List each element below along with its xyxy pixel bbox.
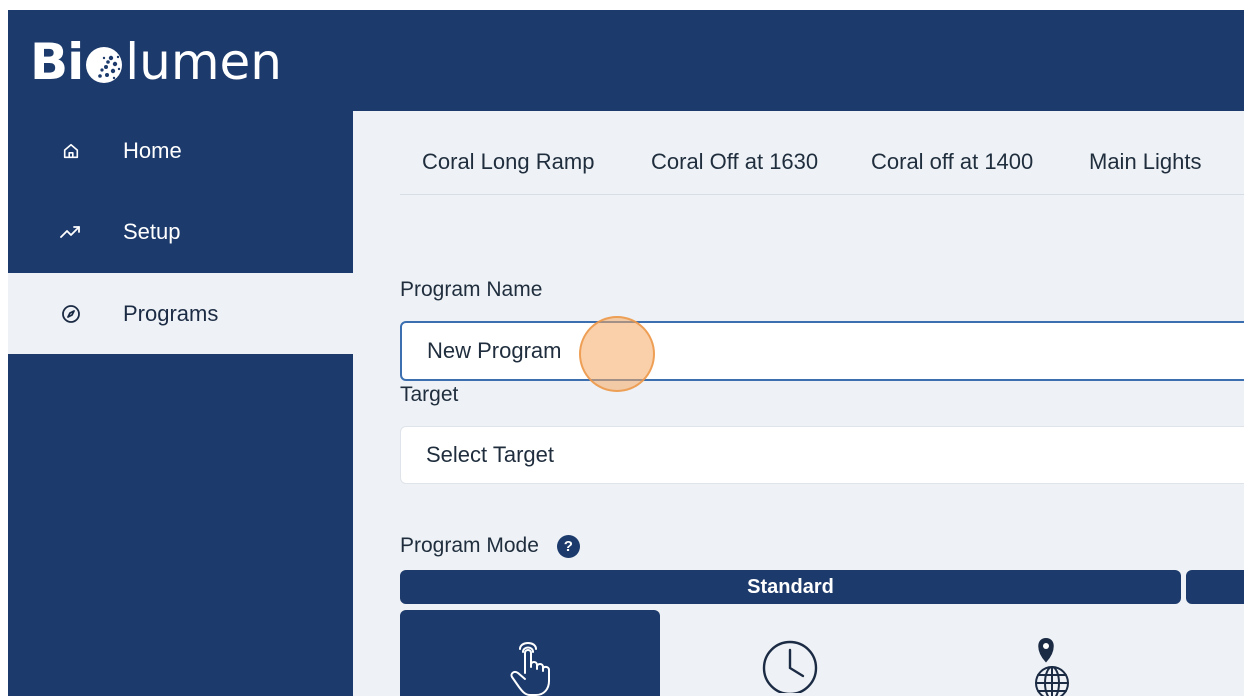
target-select-value: Select Target bbox=[426, 442, 555, 467]
sidebar: Home Setup Programs bbox=[8, 111, 353, 696]
sidebar-item-setup[interactable]: Setup bbox=[8, 191, 353, 273]
sidebar-item-label: Home bbox=[123, 138, 182, 163]
target-label: Target bbox=[400, 383, 459, 406]
program-name-field[interactable]: New Program bbox=[400, 321, 1244, 381]
mode-option-geo[interactable] bbox=[920, 610, 1180, 696]
program-name-label: Program Name bbox=[400, 278, 543, 301]
brand-logo-dot-icon bbox=[86, 47, 123, 83]
main-content: Coral Long Ramp Coral Off at 1630 Coral … bbox=[353, 111, 1244, 696]
program-tabs: Coral Long Ramp Coral Off at 1630 Coral … bbox=[400, 133, 1244, 195]
tab-main-lights[interactable]: Main Lights bbox=[1089, 149, 1202, 175]
sidebar-item-home[interactable]: Home bbox=[8, 111, 353, 191]
clock-icon bbox=[762, 640, 818, 693]
mode-option-manual[interactable] bbox=[400, 610, 660, 696]
tab-coral-off-1400[interactable]: Coral off at 1400 bbox=[871, 149, 1033, 175]
home-icon bbox=[60, 140, 82, 162]
mode-standard-button[interactable]: Standard bbox=[400, 570, 1181, 604]
mode-advanced-button[interactable] bbox=[1186, 570, 1244, 604]
program-mode-label-row: Program Mode ? bbox=[400, 534, 580, 558]
sidebar-item-label: Programs bbox=[123, 300, 219, 326]
sidebar-item-programs[interactable]: Programs bbox=[8, 273, 353, 354]
brand-logo-text-left: Bi bbox=[30, 33, 84, 91]
top-header: Bi lumen bbox=[8, 10, 1244, 111]
globe-pin-icon bbox=[1035, 637, 1069, 696]
compass-icon bbox=[60, 303, 82, 325]
mode-option-timed[interactable] bbox=[660, 610, 920, 696]
program-name-value: New Program bbox=[427, 338, 562, 363]
target-select[interactable]: Select Target bbox=[400, 426, 1244, 484]
brand-logo-text-right: lumen bbox=[125, 33, 282, 91]
tab-coral-off-1630[interactable]: Coral Off at 1630 bbox=[651, 149, 818, 175]
brand-logo: Bi lumen bbox=[30, 30, 282, 94]
sidebar-item-label: Setup bbox=[123, 219, 181, 244]
tab-coral-long-ramp[interactable]: Coral Long Ramp bbox=[422, 149, 594, 175]
program-mode-label: Program Mode bbox=[400, 534, 539, 557]
help-icon[interactable]: ? bbox=[556, 534, 580, 558]
touch-hand-icon bbox=[510, 642, 550, 696]
trending-up-icon bbox=[60, 221, 82, 243]
app-window: Bi lumen Home Setup Programs Coral Long … bbox=[8, 10, 1244, 696]
